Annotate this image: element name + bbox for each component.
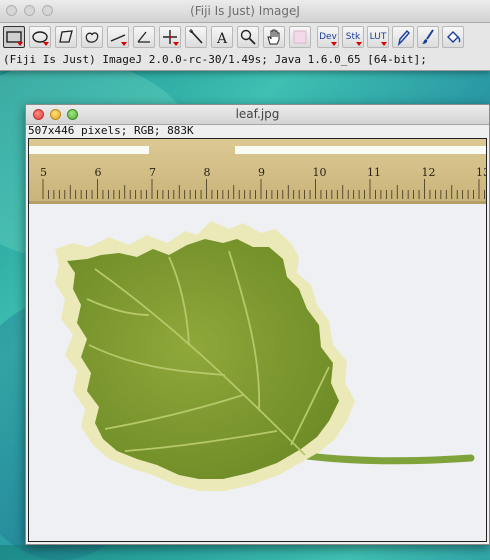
hand-icon: [267, 29, 280, 45]
point-tool[interactable]: [159, 26, 181, 48]
ruler: 5 6 7 8 9 10 11 12 13: [29, 139, 486, 204]
main-window-title: (Fiji Is Just) ImageJ: [190, 4, 300, 18]
ruler-label: 5: [40, 166, 47, 179]
wand-icon: [189, 29, 203, 44]
dropdown-indicator: [381, 42, 387, 46]
rectangle-tool[interactable]: [3, 26, 25, 48]
leaf-image: 5 6 7 8 9 10 11 12 13: [29, 139, 486, 541]
dropdown-indicator: [17, 42, 23, 46]
main-titlebar[interactable]: (Fiji Is Just) ImageJ: [0, 0, 490, 23]
stk-menu[interactable]: Stk: [342, 26, 364, 48]
dropdown-indicator: [121, 42, 127, 46]
eyedropper-icon: [293, 30, 307, 44]
brush-icon: [422, 29, 434, 44]
text-icon: A: [216, 31, 228, 46]
toolbar: A Dev Stk LUT: [3, 26, 473, 51]
dropdown-indicator: [43, 42, 49, 46]
dropdown-indicator: [173, 42, 179, 46]
ruler-label: 9: [258, 166, 265, 179]
angle-icon: [137, 31, 150, 43]
bucket-icon: [447, 31, 461, 43]
svg-text:A: A: [216, 31, 228, 46]
lut-menu-label: LUT: [369, 32, 387, 42]
ruler-label: 13: [476, 166, 486, 179]
ruler-label: 11: [367, 166, 381, 179]
hand-tool[interactable]: [263, 26, 285, 48]
ruler-label: 7: [149, 166, 156, 179]
freehand-icon: [85, 32, 99, 43]
dropdown-indicator: [356, 42, 362, 46]
text-tool[interactable]: A: [211, 26, 233, 48]
zoom-tool[interactable]: [237, 26, 259, 48]
line-tool[interactable]: [107, 26, 129, 48]
wand-tool[interactable]: [185, 26, 207, 48]
magnifier-icon: [240, 29, 256, 45]
dropdown-indicator: [331, 42, 337, 46]
ruler-label: 12: [422, 166, 436, 179]
angle-tool[interactable]: [133, 26, 155, 48]
ruler-label: 6: [95, 166, 102, 179]
pencil-tool[interactable]: [392, 26, 414, 48]
image-window: leaf.jpg 507x446 pixels; RGB; 883K 5 6 7…: [25, 104, 490, 545]
image-titlebar[interactable]: leaf.jpg: [26, 105, 489, 125]
status-bar: (Fiji Is Just) ImageJ 2.0.0-rc-30/1.49s;…: [3, 53, 427, 66]
dev-menu[interactable]: Dev: [317, 26, 339, 48]
pencil-icon: [397, 29, 410, 46]
polygon-tool[interactable]: [55, 26, 77, 48]
image-info: 507x446 pixels; RGB; 883K: [28, 124, 194, 137]
image-window-title: leaf.jpg: [235, 107, 280, 121]
imagej-main-window: (Fiji Is Just) ImageJ A Dev Stk LUT (Fij…: [0, 0, 490, 71]
flood-fill-tool[interactable]: [442, 26, 464, 48]
ruler-label: 8: [204, 166, 211, 179]
ruler-label: 10: [313, 166, 327, 179]
freehand-tool[interactable]: [81, 26, 103, 48]
color-picker-tool[interactable]: [289, 26, 311, 48]
oval-tool[interactable]: [29, 26, 51, 48]
lut-menu[interactable]: LUT: [367, 26, 389, 48]
polygon-icon: [59, 30, 73, 43]
dev-menu-label: Dev: [319, 32, 337, 42]
brush-tool[interactable]: [417, 26, 439, 48]
image-canvas[interactable]: 5 6 7 8 9 10 11 12 13: [28, 138, 487, 542]
stk-menu-label: Stk: [345, 32, 361, 42]
